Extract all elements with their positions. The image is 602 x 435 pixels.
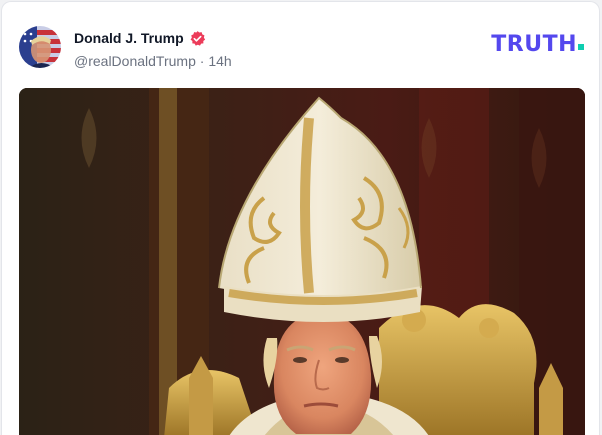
author-meta: @realDonaldTrump · 14h [74, 53, 232, 69]
truth-post-card: Donald J. Trump @realDonaldTrump · 14h T… [1, 1, 600, 435]
author-name[interactable]: Donald J. Trump [74, 30, 184, 46]
post-timestamp[interactable]: 14h [208, 53, 231, 69]
author-avatar[interactable] [19, 26, 61, 68]
logo-dot [578, 44, 584, 50]
logo-text: TRUTH [491, 32, 577, 57]
post-image[interactable] [19, 88, 585, 435]
author-name-row: Donald J. Trump [74, 28, 206, 48]
meta-separator: · [199, 53, 205, 69]
verified-badge-icon [189, 30, 206, 47]
author-handle[interactable]: @realDonaldTrump [74, 53, 196, 69]
truth-social-logo[interactable]: TRUTH [491, 32, 584, 57]
